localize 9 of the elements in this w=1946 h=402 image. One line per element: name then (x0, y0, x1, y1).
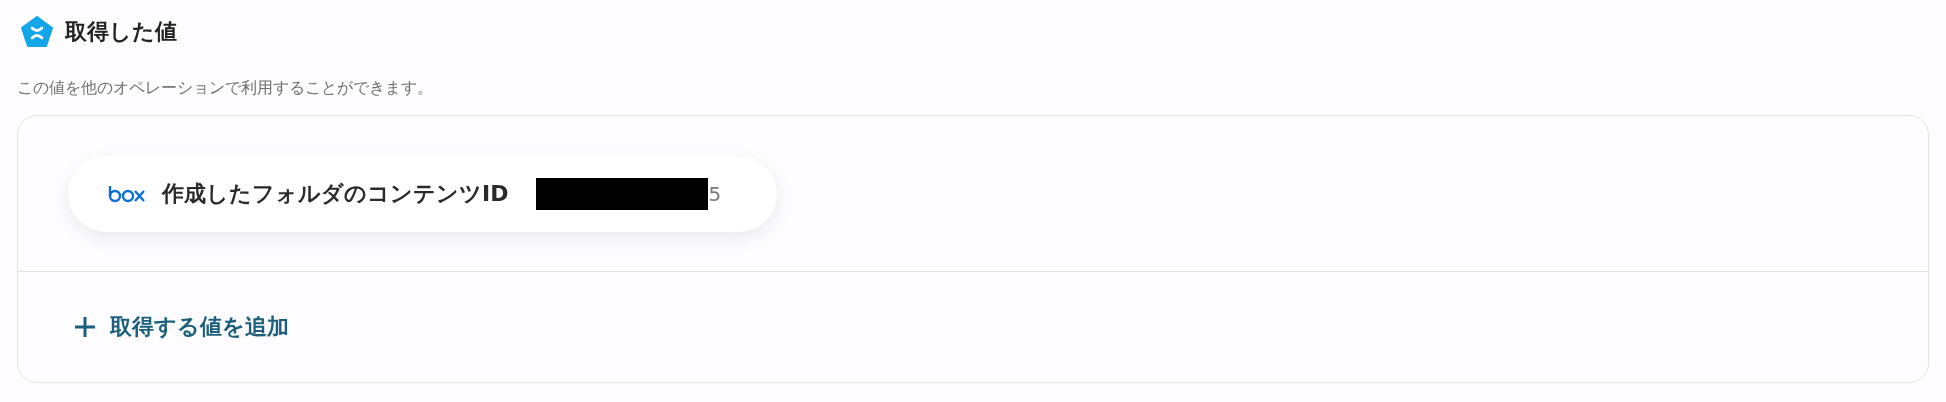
section-title: 取得した値 (65, 18, 177, 46)
value-label: 作成したフォルダのコンテンツID (162, 179, 509, 208)
box-logo-icon (108, 184, 146, 203)
value-text: 5 (708, 181, 722, 206)
plus-icon (74, 316, 96, 338)
logo-icon (21, 16, 53, 48)
section-description: この値を他のオペレーションで利用することができます。 (17, 78, 434, 99)
value-chip[interactable]: 作成したフォルダのコンテンツID 5 (68, 155, 778, 232)
add-value-button[interactable]: 取得する値を追加 (74, 312, 289, 342)
